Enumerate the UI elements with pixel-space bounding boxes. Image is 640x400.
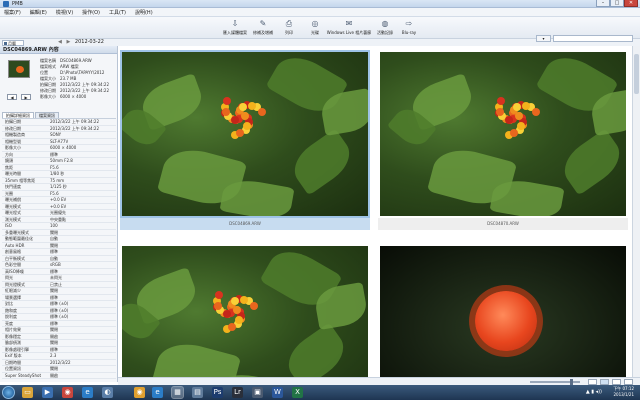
rose-flower (475, 291, 537, 351)
status-bar (118, 377, 640, 385)
app-icon-2[interactable]: ◐ (102, 387, 113, 398)
globe-icon: ◍ (381, 19, 389, 28)
grid-scrollbar[interactable] (632, 46, 640, 380)
previous-button[interactable]: ◀ (7, 94, 17, 100)
photo-thumbnail[interactable] (378, 244, 628, 380)
media-icon[interactable]: ▶ (42, 387, 53, 398)
share-icon: ✉ (345, 19, 353, 28)
close-button[interactable]: ✕ (624, 0, 638, 7)
lantana-floret (214, 290, 223, 299)
globe-button[interactable]: ◍ 活動記錄 (372, 19, 398, 38)
edit-button[interactable]: ✎ 修補及增補 (250, 19, 276, 38)
properties-panel: DSC04869.ARW 內容 檔案名稱 DSC04869.ARW 檔案格式 ARW… (0, 46, 118, 382)
import-icon: ⇩ (231, 19, 239, 28)
menu-file[interactable]: 檔案(F) (4, 9, 21, 16)
photo-cell[interactable]: DSC04870.ARW (378, 50, 628, 230)
next-button[interactable]: ▶ (21, 94, 31, 100)
lantana-floret (222, 96, 231, 105)
menu-operation[interactable]: 操作(O) (82, 9, 100, 16)
lantana-floret (231, 115, 240, 124)
chrome-icon-2[interactable]: ◉ (134, 387, 145, 398)
lightroom-icon[interactable]: Lr (232, 387, 243, 398)
properties-title: DSC04869.ARW 內容 (3, 47, 59, 53)
export-icon: ⇨ (405, 19, 413, 28)
photo-caption: DSC04870.ARW (378, 218, 628, 230)
app-icon (3, 1, 9, 7)
preview-thumbnail (8, 60, 30, 78)
photo-cell[interactable]: DSC04869.ARW (120, 50, 370, 230)
photo-cell[interactable] (120, 244, 370, 380)
menu-tools[interactable]: 工具(T) (109, 9, 126, 16)
current-date: 2012-03-22 (74, 39, 104, 45)
ie-icon[interactable]: e (82, 387, 93, 398)
photo-grid: DSC04869.ARW DSC04870.ARW (118, 46, 632, 380)
explorer-icon[interactable]: ▭ (22, 387, 33, 398)
pmb-icon[interactable]: ▦ (171, 386, 184, 399)
menu-help[interactable]: 說明(H) (135, 9, 153, 16)
window-title: PMB (12, 1, 23, 7)
export-button[interactable]: ⇨ Blu-ray (396, 19, 422, 38)
properties-header: DSC04869.ARW 內容 (0, 46, 117, 54)
file-info: 檔案名稱 DSC04869.ARW 檔案格式 ARW 檔案 位置 D:\Photo\T… (40, 58, 110, 99)
minimize-button[interactable]: – (596, 0, 610, 7)
word-icon[interactable]: W (272, 387, 283, 398)
filter-button[interactable]: ▾ (536, 35, 551, 42)
print-button[interactable]: ⎙ 列印 (276, 19, 302, 38)
photo-thumbnail[interactable] (120, 50, 370, 218)
window-controls: – □ ✕ (596, 0, 638, 7)
system-tray[interactable]: ▲ ▮ ◂)) (586, 389, 602, 395)
maximize-button[interactable]: □ (610, 0, 624, 7)
print-icon: ⎙ (285, 19, 293, 28)
scrollbar-thumb[interactable] (634, 54, 639, 94)
import-button[interactable]: ⇩ 匯入媒體檔案 (222, 19, 248, 38)
metadata-table: 拍攝日期 2012/3/22 上午 09:34:22 修改日期 2012/3/22 上… (2, 118, 116, 379)
menu-view[interactable]: 檢視(V) (56, 9, 73, 16)
folder-icon[interactable]: ▤ (192, 387, 203, 398)
prev-date-icon[interactable]: ◀ (58, 39, 62, 45)
photo-thumbnail[interactable] (120, 244, 370, 380)
disc-icon: ◎ (311, 19, 319, 28)
calendar-icon (4, 42, 7, 45)
preview-nav: ◀ ▶ (7, 94, 31, 100)
next-date-icon[interactable]: ▶ (66, 39, 70, 45)
lantana-floret (505, 115, 514, 124)
search-input[interactable] (553, 35, 633, 42)
video-icon[interactable]: ▣ (252, 387, 263, 398)
lantana-floret (496, 96, 505, 105)
edit-icon: ✎ (259, 19, 267, 28)
ie-icon-2[interactable]: e (152, 387, 163, 398)
menu-edit[interactable]: 編輯(E) (30, 9, 47, 16)
windows-taskbar: ▭ ▶ ◉ e ◐ ◉ e ▦ ▤ Ps Lr ▣ W X ▲ ▮ ◂)) 下午… (0, 385, 640, 400)
lantana-floret (221, 107, 230, 116)
lantana-floret (213, 301, 222, 310)
lantana-floret (495, 107, 504, 116)
title-bar: PMB – □ ✕ (0, 0, 640, 8)
photo-thumbnail[interactable] (378, 50, 628, 218)
start-button[interactable] (2, 386, 15, 399)
photo-caption: DSC04869.ARW (120, 218, 370, 230)
metadata-row: Super SteadyShot 開啟 (2, 373, 116, 379)
chrome-icon[interactable]: ◉ (62, 387, 73, 398)
photoshop-icon[interactable]: Ps (212, 387, 223, 398)
photo-cell[interactable] (378, 244, 628, 380)
clock[interactable]: 下午 07:12 2013/1/21 (613, 386, 634, 398)
date-nav: ◀ ▶ 2012-03-22 (56, 39, 126, 46)
share-button[interactable]: ✉ Windows Live 相片藝廊 (322, 19, 376, 38)
excel-icon[interactable]: X (292, 387, 303, 398)
menu-bar: 檔案(F) 編輯(E) 檢視(V) 操作(O) 工具(T) 說明(H) (0, 8, 640, 17)
lantana-floret (223, 309, 232, 318)
